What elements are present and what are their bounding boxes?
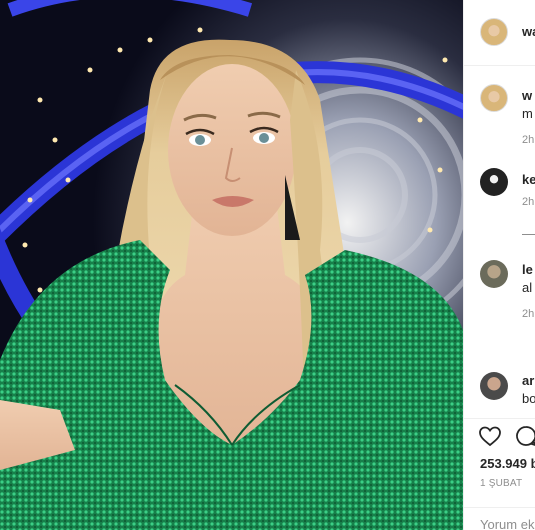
view-replies-line[interactable]	[522, 234, 535, 235]
comment-text: bo	[522, 391, 535, 406]
comment-text: al	[522, 280, 533, 295]
commenter-avatar[interactable]	[480, 260, 508, 288]
comment-text: m	[522, 106, 533, 121]
post-header: wa	[464, 0, 535, 66]
comment-time: 2h	[522, 134, 535, 146]
commenter-avatar[interactable]	[480, 372, 508, 400]
post-date: 1 ŞUBAT	[480, 478, 523, 489]
comment-time: 2h	[522, 196, 535, 208]
add-comment-input[interactable]	[480, 517, 535, 530]
commenter-avatar[interactable]	[480, 84, 508, 112]
comment-username[interactable]: ar	[522, 373, 534, 388]
photo-illustration	[0, 0, 463, 530]
comment-username[interactable]: ke	[522, 172, 535, 187]
add-comment-bar	[464, 507, 535, 530]
comment-bubble-icon[interactable]	[514, 424, 535, 448]
commenter-avatar[interactable]	[480, 168, 508, 196]
header-username[interactable]: wa	[522, 24, 535, 39]
post-photo[interactable]	[0, 0, 463, 530]
comment-username[interactable]: w	[522, 88, 532, 103]
profile-avatar-icon[interactable]	[480, 18, 508, 46]
heart-icon[interactable]	[478, 424, 502, 448]
comment-username[interactable]: le	[522, 262, 533, 277]
comment-time: 2h	[522, 308, 535, 320]
instagram-post-viewer: wa w m 2h ke 2h le al 2h ar bo	[0, 0, 535, 530]
post-actions: 253.949 be 1 ŞUBAT	[464, 418, 535, 530]
likes-count[interactable]: 253.949 be	[480, 456, 535, 471]
post-side-panel: wa w m 2h ke 2h le al 2h ar bo	[463, 0, 535, 530]
